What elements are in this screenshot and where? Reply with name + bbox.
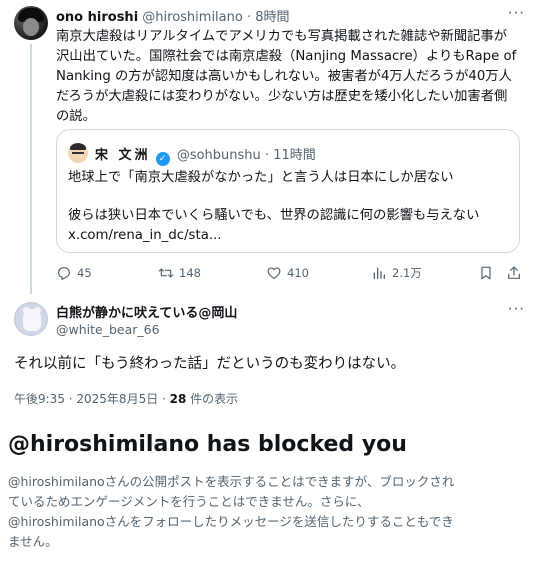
quote-link[interactable]: x.com/rena_in_dc/sta... [68,226,479,246]
reply-author-handle[interactable]: @white_bear_66 [56,322,160,337]
reply-button[interactable]: 45 [56,262,92,284]
reply-author-avatar[interactable] [14,302,48,336]
quoted-tweet[interactable]: 宋 文洲 ✓ @sohbunshu · 11時間 地球上で「南京大虐殺がなかった… [56,129,520,253]
tweet-text: 南京大虐殺はリアルタイムでアメリカでも写真掲載された雑誌や新聞記事が 沢山出てい… [56,27,526,127]
author-handle[interactable]: @hiroshimilano [142,10,243,25]
blocked-notice-line: @hiroshimilanoさんをフォローしたりメッセージを送信したりすることも… [8,514,454,529]
reply-views-count: 28 [169,392,187,406]
quote-author-name: 宋 文洲 [95,148,151,163]
quote-text-line: 地球上で「南京大虐殺がなかった」と言う人は日本にしか居ない [68,170,454,185]
verified-badge-icon: ✓ [155,152,170,166]
reply-views-label: 件の表示 [186,392,239,406]
quote-text: 地球上で「南京大虐殺がなかった」と言う人は日本にしか居ない 彼らは狭い日本でいく… [68,168,479,246]
more-options-button[interactable]: ··· [508,300,525,318]
reply-author-name[interactable]: 白熊が静かに吠えている@岡山 [56,302,237,321]
avatar-glasses [72,152,84,155]
views-icon [373,267,385,279]
share-icon [508,266,520,279]
tweet-text-line: だろうが大虐殺には変わりがない。少ない方は歴史を矮小化したい加害者側 [56,89,508,104]
separator-dot: · [246,10,252,25]
blocked-notice-line: ません。 [8,534,58,549]
repost-button[interactable]: 148 [158,262,201,284]
tweet-text-line: Nanking の方が認知度は高いかもしれない。被害者が4万人だろうが40万人 [56,69,512,84]
reply-timestamp[interactable]: 午後9:35 · 2025年8月5日 · [14,392,170,406]
separator-dot: · [264,148,270,163]
heart-icon [267,267,281,279]
reply-tweet[interactable]: 白熊が静かに吠えている@岡山 @white_bear_66 ··· それ以前に「… [0,296,543,416]
author-avatar[interactable] [14,6,48,40]
blocked-notice-title: @hiroshimilano has blocked you [8,432,407,457]
tweet-text-line: 沢山出ていた。国際社会では南京虐殺（Nanjing Massacre）よりもRa… [56,49,517,64]
tweet-time[interactable]: 8時間 [255,10,289,25]
avatar-hair [70,143,86,150]
tweet-actions: 45 148 410 2.1万 [0,262,543,286]
tweet-header: ono hiroshi @hiroshimilano · 8時間 [56,6,290,25]
bookmark-icon [481,266,491,280]
views-button[interactable]: 2.1万 [371,262,422,284]
quote-time: 11時間 [273,148,316,163]
like-button[interactable]: 410 [266,262,309,284]
tweet-text-line: 南京大虐殺はリアルタイムでアメリカでも写真掲載された雑誌や新聞記事が [56,29,508,44]
blocked-notice-line: @hiroshimilanoさんの公開ポストを表示することはできますが、ブロック… [8,474,455,489]
more-options-button[interactable]: ··· [508,4,525,22]
reply-meta: 午後9:35 · 2025年8月5日 · 28 件の表示 [14,390,238,407]
bookmark-button[interactable] [478,262,499,284]
reply-icon [58,267,70,280]
like-count: 410 [287,266,309,280]
main-tweet[interactable]: ono hiroshi @hiroshimilano · 8時間 ··· 南京大… [0,0,543,294]
blocked-notice-description: @hiroshimilanoさんの公開ポストを表示することはできますが、ブロック… [8,472,536,552]
avatar-face [23,18,39,36]
repost-icon [158,268,174,278]
author-name[interactable]: ono hiroshi [56,10,138,25]
blocked-notice-line: ているためエンゲージメントを行うことはできません。さらに、 [8,494,370,509]
quote-header: 宋 文洲 ✓ @sohbunshu · 11時間 [95,144,316,166]
quote-author-avatar [68,143,88,163]
tweet-text-line: の説。 [56,109,96,124]
thread-line [30,44,32,294]
quote-text-line: 彼らは狭い日本でいくら騒いでも、世界の認識に何の影響も与えない [68,208,480,223]
avatar-bear [23,309,41,331]
quote-author-handle: @sohbunshu [176,148,261,163]
reply-text: それ以前に「もう終わった話」だというのも変わりはない。 [14,356,406,372]
repost-count: 148 [179,266,201,280]
share-button[interactable] [506,262,527,284]
views-count: 2.1万 [392,266,422,280]
reply-count: 45 [77,266,92,280]
